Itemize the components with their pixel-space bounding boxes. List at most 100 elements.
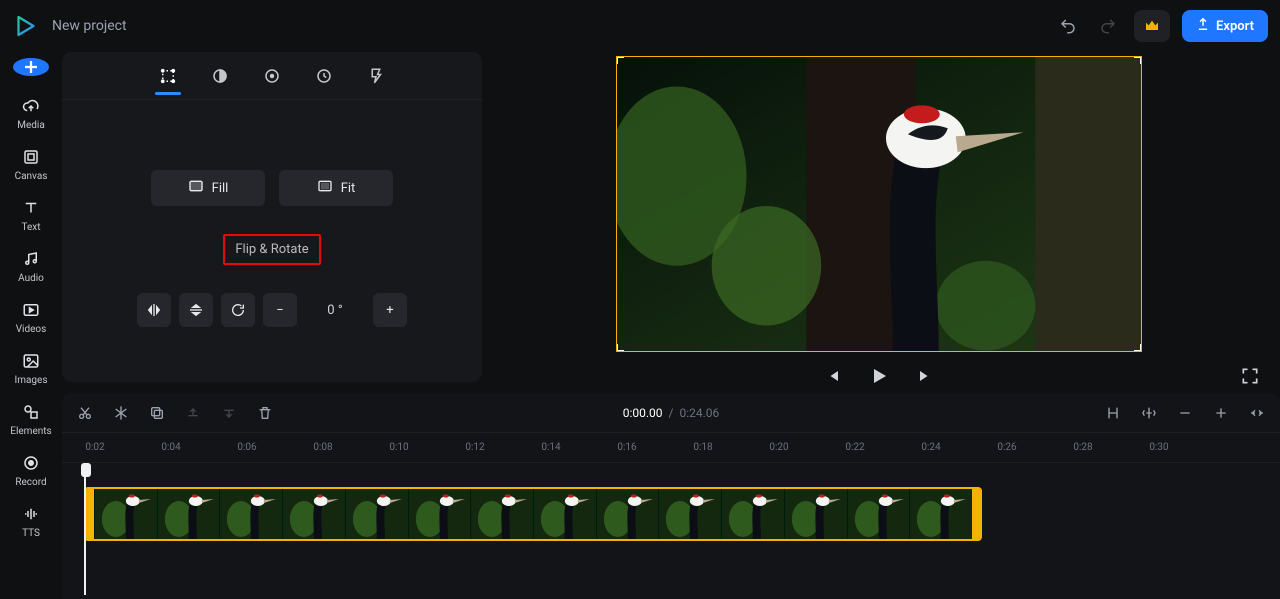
time-separator: / [669,406,674,420]
crop-handle-tr[interactable] [1134,56,1142,64]
sidebar-item-label: Audio [18,273,44,284]
add-button[interactable] [13,58,49,76]
ruler-tick: 0:08 [312,442,334,453]
fit-timeline-button[interactable] [1246,402,1268,424]
premium-button[interactable] [1134,10,1170,42]
marker-button[interactable] [1138,402,1160,424]
preview-image [617,57,1141,351]
freeze-frame-button[interactable] [110,402,132,424]
app-logo[interactable] [12,12,40,40]
fit-icon [317,178,333,198]
ruler-tick: 0:26 [996,442,1018,453]
rotate-90-button[interactable] [221,293,255,327]
video-icon [21,300,41,320]
canvas-icon [21,147,41,167]
zoom-in-button[interactable] [1210,402,1232,424]
sidebar-item-text[interactable]: Text [21,198,41,233]
flip-vertical-button[interactable] [179,293,213,327]
ruler-tick: 0:20 [768,442,790,453]
elements-icon [21,402,41,422]
sidebar-item-tts[interactable]: TTS [21,504,41,539]
cloud-upload-icon [21,96,41,116]
tab-chroma[interactable] [363,57,389,95]
clip-thumb [157,489,220,539]
sidebar-item-label: Record [15,477,46,488]
clip-thumb [219,489,282,539]
flip-rotate-heading: Flip & Rotate [223,234,320,265]
preview-column [496,52,1280,393]
fill-button[interactable]: Fill [151,170,265,206]
zoom-out-button[interactable] [1174,402,1196,424]
timeline-ruler[interactable]: 0:02 0:04 0:06 0:08 0:10 0:12 0:14 0:16 … [62,433,1280,463]
sidebar-item-label: Text [21,222,40,233]
sidebar-item-images[interactable]: Images [14,351,47,386]
split-button[interactable] [74,402,96,424]
move-up-button[interactable] [182,402,204,424]
clip-thumb [721,489,784,539]
sidebar-item-audio[interactable]: Audio [18,249,44,284]
playhead[interactable] [84,465,86,595]
tab-adjust[interactable] [207,57,233,95]
crop-handle-br[interactable] [1134,344,1142,352]
image-icon [21,351,41,371]
tab-transform[interactable] [155,57,181,95]
top-bar: New project Export [0,0,1280,52]
undo-button[interactable] [1054,12,1082,40]
left-sidebar: Media Canvas Text Audio Videos Images [0,52,62,393]
ruler-tick: 0:10 [388,442,410,453]
fit-button[interactable]: Fit [279,170,393,206]
timeline-tracks[interactable] [62,463,1280,599]
crop-handle-bl[interactable] [616,344,624,352]
properties-body: Fill Fit Flip & Rotate − 0 ° + [62,100,482,382]
copy-button[interactable] [146,402,168,424]
current-time: 0:00.00 [623,406,663,420]
clip-thumb [909,489,972,539]
timeline-panel: 0:00.00 / 0:24.06 0:02 0:04 0:06 0:08 0:… [62,393,1280,599]
fullscreen-button[interactable] [1238,364,1262,388]
ruler-tick: 0:18 [692,442,714,453]
tab-color[interactable] [259,57,285,95]
tab-speed[interactable] [311,57,337,95]
sidebar-item-videos[interactable]: Videos [16,300,47,335]
crop-handle-tl[interactable] [616,56,624,64]
project-title[interactable]: New project [52,18,127,34]
next-frame-button[interactable] [913,364,937,388]
video-clip[interactable] [84,487,982,541]
clip-handle-right[interactable] [972,489,980,539]
clip-thumb [784,489,847,539]
export-button[interactable]: Export [1182,10,1268,42]
sidebar-item-canvas[interactable]: Canvas [15,147,48,182]
clip-thumb [533,489,596,539]
delete-button[interactable] [254,402,276,424]
ruler-tick: 0:22 [844,442,866,453]
play-button[interactable] [867,364,891,388]
prev-frame-button[interactable] [821,364,845,388]
audio-icon [21,249,41,269]
clip-thumb [470,489,533,539]
flip-horizontal-button[interactable] [137,293,171,327]
player-controls [496,364,1262,388]
preview-canvas[interactable] [616,56,1142,352]
snap-button[interactable] [1102,402,1124,424]
text-icon [21,198,41,218]
timeline-right-tools [1102,402,1268,424]
rotate-increase-button[interactable]: + [373,293,407,327]
ruler-tick: 0:24 [920,442,942,453]
sidebar-item-label: Elements [10,426,51,437]
clip-thumb [596,489,659,539]
sidebar-item-elements[interactable]: Elements [10,402,51,437]
main-row: Media Canvas Text Audio Videos Images [0,52,1280,393]
ruler-tick: 0:14 [540,442,562,453]
sidebar-item-media[interactable]: Media [17,96,45,131]
sidebar-item-record[interactable]: Record [15,453,46,488]
move-down-button[interactable] [218,402,240,424]
rotate-decrease-button[interactable]: − [263,293,297,327]
redo-button[interactable] [1094,12,1122,40]
ruler-tick: 0:16 [616,442,638,453]
ruler-tick: 0:04 [160,442,182,453]
clip-handle-left[interactable] [86,489,94,539]
ruler-tick: 0:02 [84,442,106,453]
sidebar-item-label: Images [14,375,47,386]
fill-label: Fill [212,181,229,196]
property-tabs [62,52,482,100]
